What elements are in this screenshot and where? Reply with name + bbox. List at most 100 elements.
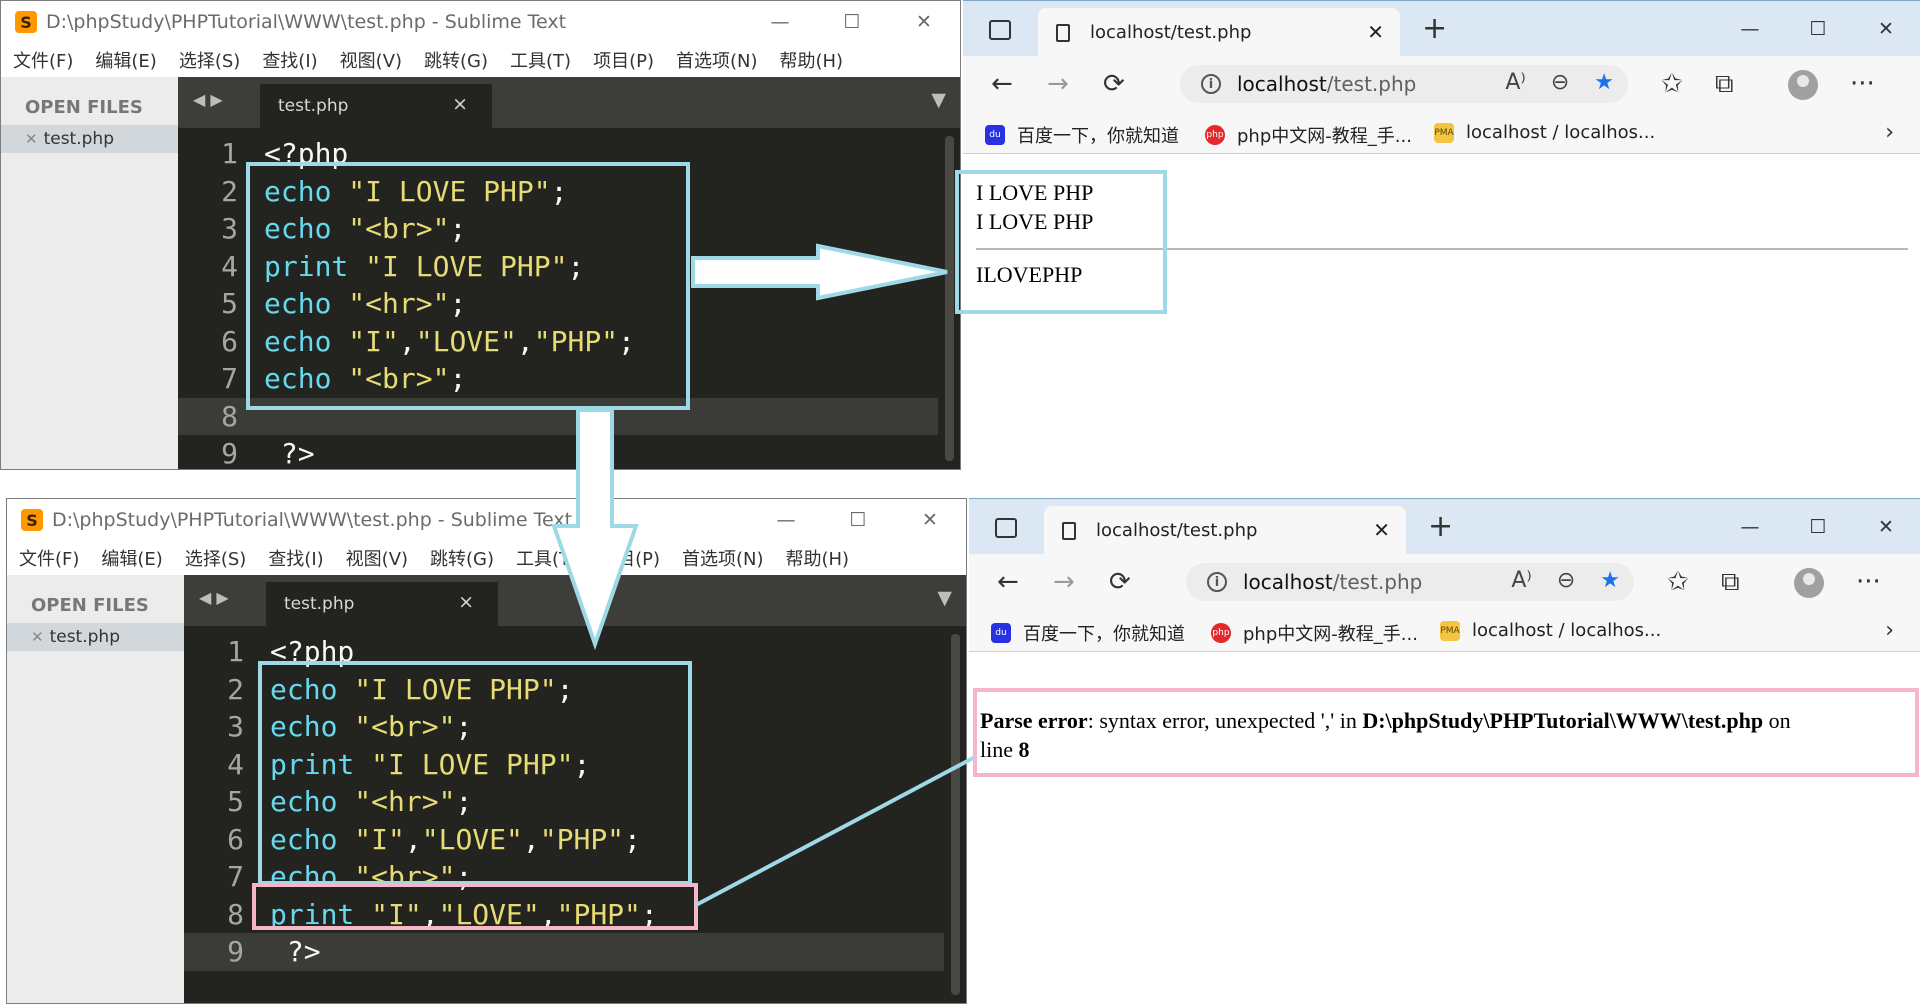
read-aloud-icon[interactable]: A⁾ xyxy=(1511,568,1531,593)
tab-close-icon[interactable]: ✕ xyxy=(1367,20,1384,44)
minimize-button[interactable]: — xyxy=(1716,499,1784,555)
code-line[interactable]: 9 ?> xyxy=(178,435,938,469)
menu-view[interactable]: 视图(V) xyxy=(346,545,408,571)
tab-close-icon[interactable]: × xyxy=(452,93,468,115)
menu-preferences[interactable]: 首选项(N) xyxy=(676,47,758,73)
menu-tools[interactable]: 工具(T) xyxy=(516,545,577,571)
close-button[interactable]: ✕ xyxy=(1852,499,1920,555)
code-line[interactable]: 7 echo "<br>"; xyxy=(178,360,938,398)
refresh-icon[interactable]: ⟳ xyxy=(1109,567,1131,597)
code-line[interactable]: 6 echo "I","LOVE","PHP"; xyxy=(184,821,944,859)
read-aloud-icon[interactable]: A⁾ xyxy=(1505,70,1525,95)
menu-help[interactable]: 帮助(H) xyxy=(780,47,844,73)
menu-edit[interactable]: 编辑(E) xyxy=(101,545,162,571)
scrollbar[interactable] xyxy=(951,634,960,995)
menu-file[interactable]: 文件(F) xyxy=(19,545,79,571)
address-bar[interactable]: i localhost/test.php A⁾ ⊖ ★ xyxy=(1180,65,1628,103)
refresh-icon[interactable]: ⟳ xyxy=(1103,69,1125,99)
menu-find[interactable]: 查找(I) xyxy=(268,545,323,571)
close-button[interactable]: ✕ xyxy=(888,1,960,43)
minimize-button[interactable]: — xyxy=(750,499,822,541)
close-file-icon[interactable]: ✕ xyxy=(25,130,38,148)
browser-tab[interactable]: localhost/test.php ✕ xyxy=(1038,8,1400,57)
code-line[interactable]: 3 echo "<br>"; xyxy=(184,708,944,746)
bookmark-baidu[interactable]: du 百度一下，你就知道 xyxy=(985,122,1179,148)
code-line[interactable]: 7 echo "<br>"; xyxy=(184,858,944,896)
new-tab-icon[interactable]: + xyxy=(1428,509,1453,544)
tab-close-icon[interactable]: × xyxy=(458,591,474,613)
menu-find[interactable]: 查找(I) xyxy=(262,47,317,73)
code-line[interactable]: 4 print "I LOVE PHP"; xyxy=(184,746,944,784)
tab-nav-arrows-icon[interactable]: ◀ ▶ xyxy=(193,90,223,109)
bookmark-php-cn[interactable]: php php中文网-教程_手... xyxy=(1205,122,1412,148)
bookmark-phpmyadmin[interactable]: PMA localhost / localhos... xyxy=(1434,122,1655,143)
menu-file[interactable]: 文件(F) xyxy=(13,47,73,73)
new-tab-icon[interactable]: + xyxy=(1422,11,1447,46)
code-line[interactable]: 6 echo "I","LOVE","PHP"; xyxy=(178,323,938,361)
tab-close-icon[interactable]: ✕ xyxy=(1373,518,1390,542)
back-icon[interactable]: ← xyxy=(997,567,1019,597)
menu-preferences[interactable]: 首选项(N) xyxy=(682,545,764,571)
address-bar[interactable]: i localhost/test.php A⁾ ⊖ ★ xyxy=(1186,563,1634,601)
menu-selection[interactable]: 选择(S) xyxy=(185,545,246,571)
site-info-icon[interactable]: i xyxy=(1201,74,1221,94)
back-icon[interactable]: ← xyxy=(991,69,1013,99)
menu-view[interactable]: 视图(V) xyxy=(340,47,402,73)
tab-actions-icon[interactable] xyxy=(989,20,1011,40)
tab-actions-icon[interactable] xyxy=(995,518,1017,538)
menu-goto[interactable]: 跳转(G) xyxy=(430,545,494,571)
maximize-button[interactable]: ☐ xyxy=(822,499,894,541)
more-menu-icon[interactable]: ··· xyxy=(1850,69,1875,99)
close-file-icon[interactable]: ✕ xyxy=(31,628,44,646)
code-editor[interactable]: 1 <?php 2 echo "I LOVE PHP"; 3 echo "<br>"; 4 p… xyxy=(184,626,966,1003)
menu-selection[interactable]: 选择(S) xyxy=(179,47,240,73)
bookmark-baidu[interactable]: du 百度一下，你就知道 xyxy=(991,620,1185,646)
code-line[interactable]: 2 echo "I LOVE PHP"; xyxy=(178,173,938,211)
site-info-icon[interactable]: i xyxy=(1207,572,1227,592)
menu-edit[interactable]: 编辑(E) xyxy=(95,47,156,73)
browser-tab[interactable]: localhost/test.php ✕ xyxy=(1044,506,1406,555)
profile-avatar[interactable] xyxy=(1788,70,1818,100)
menu-tools[interactable]: 工具(T) xyxy=(510,47,571,73)
minimize-button[interactable]: — xyxy=(1716,1,1784,57)
minimize-button[interactable]: — xyxy=(744,1,816,43)
tab-nav-arrows-icon[interactable]: ◀ ▶ xyxy=(199,588,229,607)
code-line[interactable]: 5 echo "<hr>"; xyxy=(178,285,938,323)
code-line[interactable]: 8 print "I","LOVE","PHP"; xyxy=(184,896,944,934)
favorite-star-icon[interactable]: ★ xyxy=(1600,568,1620,593)
zoom-icon[interactable]: ⊖ xyxy=(1551,70,1569,95)
code-line[interactable]: 9 ?> xyxy=(184,933,944,971)
bookmark-php-cn[interactable]: php php中文网-教程_手... xyxy=(1211,620,1418,646)
code-line[interactable]: 4 print "I LOVE PHP"; xyxy=(178,248,938,286)
code-editor[interactable]: 1 <?php 2 echo "I LOVE PHP"; 3 echo "<br>"; 4 p… xyxy=(178,128,960,469)
code-line[interactable]: 2 echo "I LOVE PHP"; xyxy=(184,671,944,709)
forward-icon[interactable]: → xyxy=(1047,69,1069,99)
favorites-hub-icon[interactable]: ✩ xyxy=(1667,567,1689,597)
scrollbar[interactable] xyxy=(945,136,954,461)
maximize-button[interactable]: ☐ xyxy=(816,1,888,43)
bookmarks-more-icon[interactable]: › xyxy=(1885,618,1894,643)
forward-icon[interactable]: → xyxy=(1053,567,1075,597)
more-menu-icon[interactable]: ··· xyxy=(1856,567,1881,597)
maximize-button[interactable]: ☐ xyxy=(1784,499,1852,555)
close-button[interactable]: ✕ xyxy=(894,499,966,541)
bookmarks-more-icon[interactable]: › xyxy=(1885,120,1894,145)
code-line[interactable]: 5 echo "<hr>"; xyxy=(184,783,944,821)
maximize-button[interactable]: ☐ xyxy=(1784,1,1852,57)
code-line[interactable]: 8 xyxy=(178,397,938,435)
code-line[interactable]: 3 echo "<br>"; xyxy=(178,210,938,248)
favorites-hub-icon[interactable]: ✩ xyxy=(1661,69,1683,99)
menu-help[interactable]: 帮助(H) xyxy=(786,545,850,571)
menu-project[interactable]: 项目(P) xyxy=(593,47,654,73)
menu-goto[interactable]: 跳转(G) xyxy=(424,47,488,73)
profile-avatar[interactable] xyxy=(1794,568,1824,598)
open-file-item[interactable]: ✕ test.php xyxy=(1,125,178,153)
tab-dropdown-icon[interactable]: ▼ xyxy=(931,89,946,111)
tab-dropdown-icon[interactable]: ▼ xyxy=(937,587,952,609)
favorite-star-icon[interactable]: ★ xyxy=(1594,70,1614,95)
bookmark-phpmyadmin[interactable]: PMA localhost / localhos... xyxy=(1440,620,1661,641)
zoom-icon[interactable]: ⊖ xyxy=(1557,568,1575,593)
tab-test-php[interactable]: test.php × xyxy=(260,84,492,128)
close-button[interactable]: ✕ xyxy=(1852,1,1920,57)
tab-test-php[interactable]: test.php × xyxy=(266,582,498,626)
